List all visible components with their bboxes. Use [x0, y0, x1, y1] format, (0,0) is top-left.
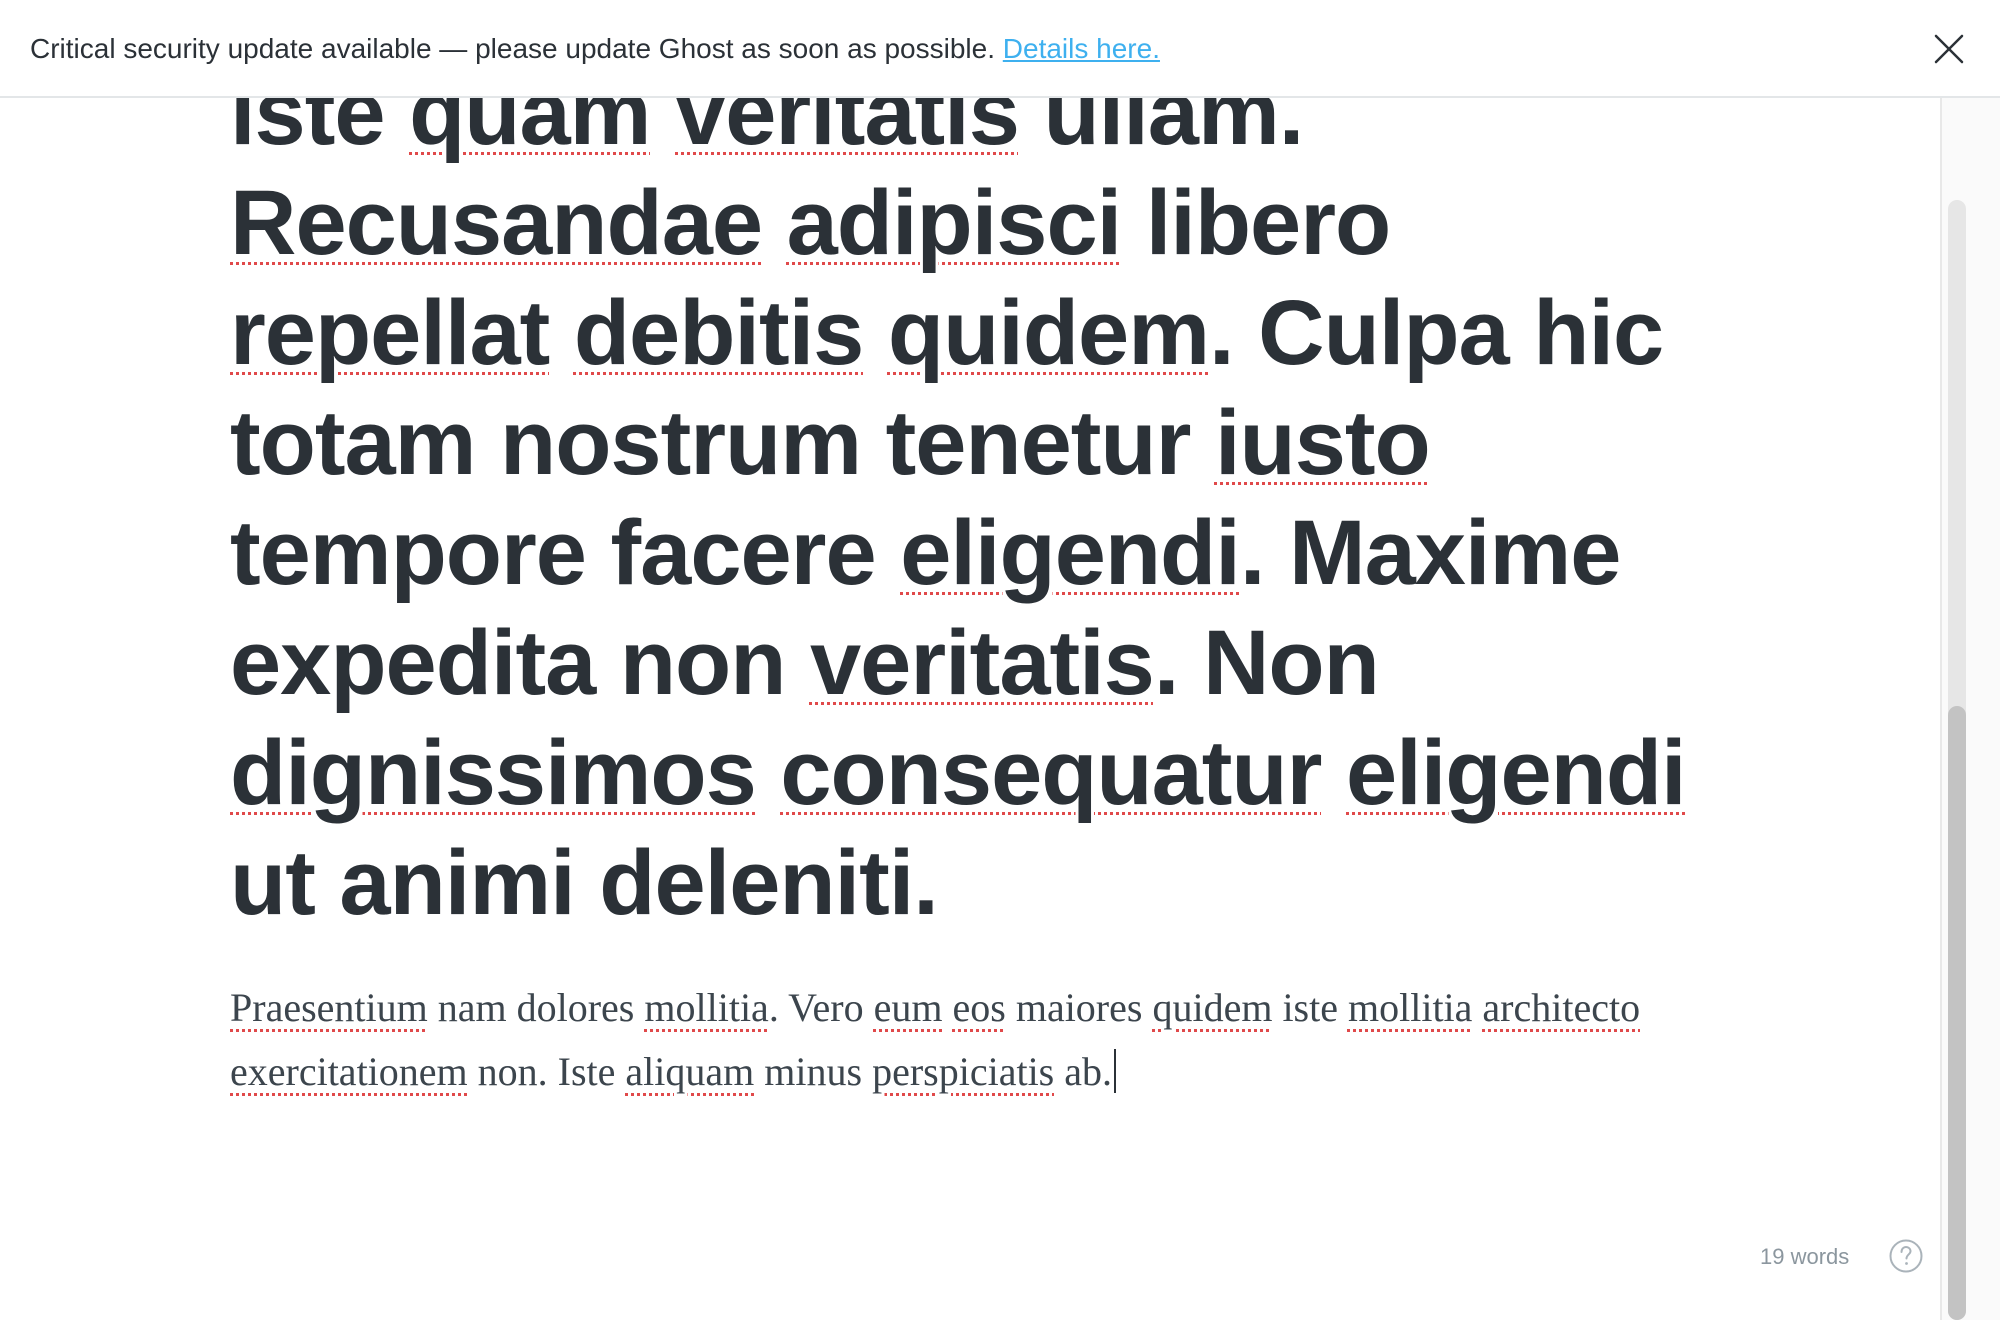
word: eos: [952, 985, 1006, 1030]
word: totam: [230, 392, 476, 494]
word: veritatis: [809, 612, 1155, 714]
word: aliquam: [625, 1049, 755, 1094]
word: hic: [1533, 282, 1664, 384]
help-button[interactable]: [1888, 1238, 1924, 1274]
security-alert-banner: Critical security update available — ple…: [0, 0, 2000, 98]
word-count: 19 words: [1760, 1244, 1850, 1269]
word: tempore: [230, 502, 587, 604]
word: mollitia: [644, 985, 769, 1030]
word: animi: [339, 832, 575, 934]
scrollbar-thumb[interactable]: [1948, 706, 1966, 1320]
post-title[interactable]: iste quam veritatis ullam. Recusandae ad…: [230, 98, 1710, 938]
word: non: [619, 612, 787, 714]
alert-message: Critical security update available — ple…: [30, 33, 995, 64]
word: facere: [610, 502, 877, 604]
word: consequatur: [780, 722, 1322, 824]
word: deleniti.: [599, 832, 939, 934]
word: quidem: [1152, 985, 1273, 1030]
word: adipisci: [786, 172, 1123, 274]
word: non.: [477, 1049, 548, 1094]
word: ab.: [1064, 1049, 1113, 1094]
word: nam: [437, 985, 507, 1030]
post-body[interactable]: Praesentium nam dolores mollitia. Vero e…: [230, 976, 1710, 1104]
word: quam: [409, 98, 651, 164]
word: Vero: [788, 985, 864, 1030]
word: debitis: [573, 282, 864, 384]
word: Non: [1202, 612, 1380, 714]
word: ullam.: [1043, 98, 1304, 164]
word: iusto: [1214, 392, 1431, 494]
word: exercitationem: [230, 1049, 468, 1094]
alert-message-line: Critical security update available — ple…: [30, 31, 1160, 67]
word: Culpa: [1258, 282, 1510, 384]
word: ut: [230, 832, 316, 934]
word: eligendi: [900, 502, 1241, 604]
word: Maxime: [1288, 502, 1621, 604]
editor-canvas[interactable]: iste quam veritatis ullam. Recusandae ad…: [0, 98, 1940, 1320]
word: tenetur: [885, 392, 1192, 494]
word: iste: [1282, 985, 1338, 1030]
word: maiores: [1015, 985, 1143, 1030]
word: repellat: [230, 282, 550, 384]
help-circle-icon: [1889, 1239, 1923, 1273]
details-link[interactable]: Details here.: [1003, 33, 1160, 64]
word: architecto: [1482, 985, 1641, 1030]
word: perspiciatis: [872, 1049, 1055, 1094]
word: libero: [1145, 172, 1391, 274]
word: minus: [764, 1049, 863, 1094]
word: eligendi: [1346, 722, 1687, 824]
close-alert-button[interactable]: [1930, 30, 1968, 68]
word: nostrum: [500, 392, 862, 494]
word: iste: [230, 98, 386, 164]
word: mollitia: [1347, 985, 1473, 1030]
word: eum: [873, 985, 943, 1030]
word: veritatis: [675, 98, 1020, 164]
word: Iste: [557, 1049, 616, 1094]
word: Recusandae: [230, 172, 763, 274]
word: quidem: [887, 282, 1210, 384]
word: Praesentium: [230, 985, 428, 1030]
word: dignissimos: [230, 722, 757, 824]
word: expedita: [230, 612, 596, 714]
text-cursor: [1114, 1049, 1117, 1093]
word: dolores: [516, 985, 635, 1030]
close-icon: [1934, 34, 1964, 64]
